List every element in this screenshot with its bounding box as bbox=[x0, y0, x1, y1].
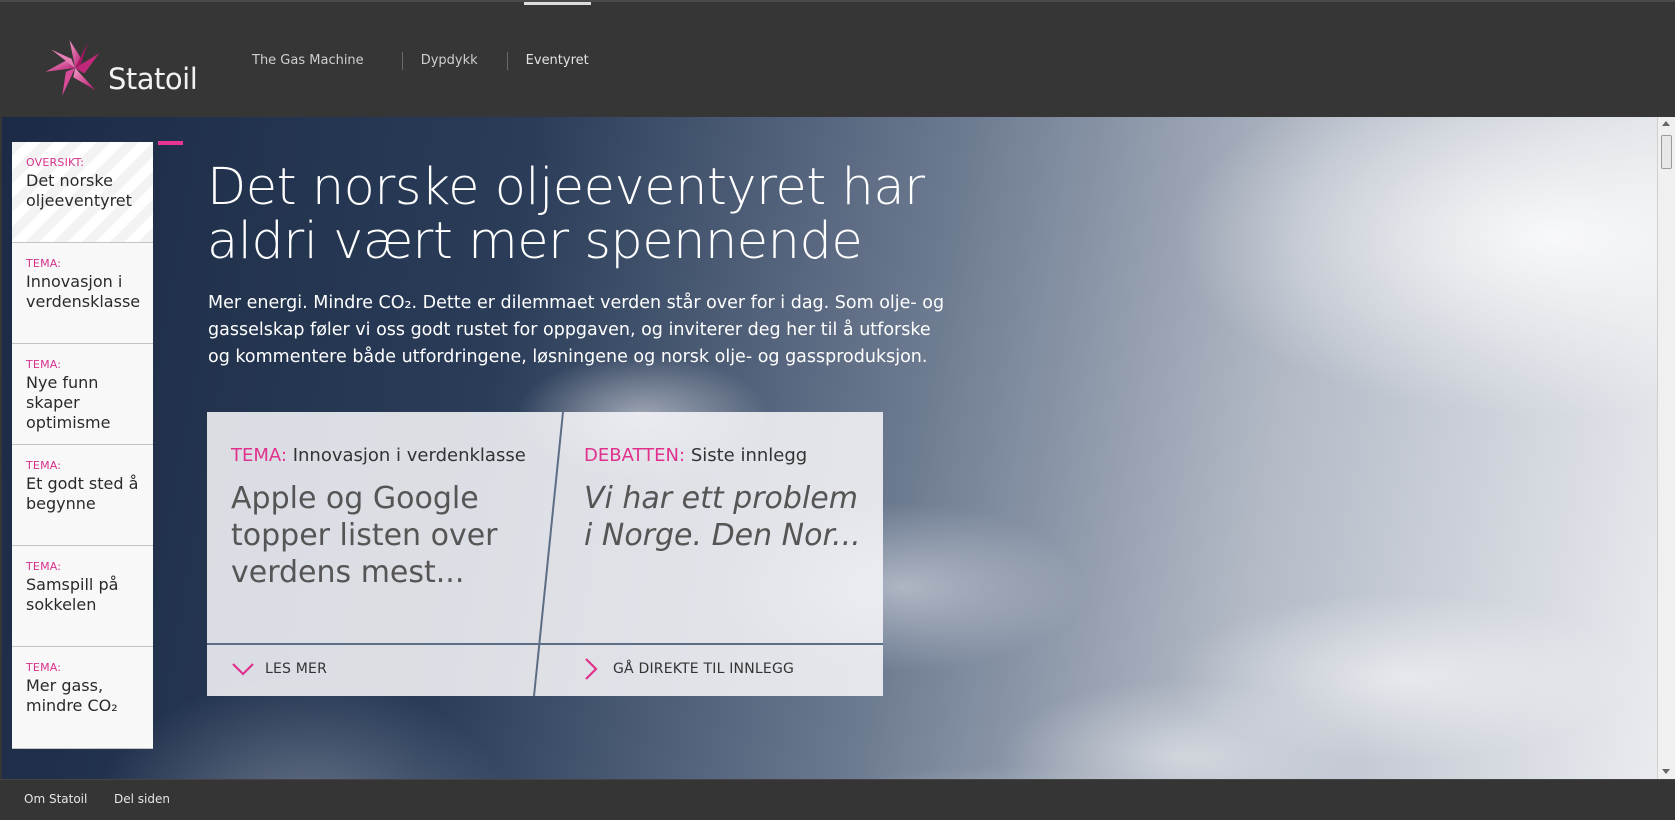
sidebar-item-title: Samspill på sokkelen bbox=[26, 575, 119, 614]
card-heading: TEMA: Innovasjon i verdenklasse bbox=[231, 445, 531, 466]
debate-card[interactable]: DEBATTEN: Siste innlegg Vi har ett probl… bbox=[584, 412, 869, 644]
intro-text: Mer energi. Mindre CO₂. Dette er dilemma… bbox=[208, 293, 945, 367]
sidebar-item-innovasjon[interactable]: TEMA: Innovasjon i verdensklasse bbox=[12, 243, 153, 344]
sidebar-item-tag: TEMA: bbox=[26, 661, 62, 674]
footer-link-del-siden[interactable]: Del siden bbox=[114, 792, 170, 806]
statoil-logo[interactable]: Statoil bbox=[40, 32, 210, 104]
sidebar-item-nye-funn[interactable]: TEMA: Nye funn skaper optimisme bbox=[12, 344, 153, 445]
footer-link-om-statoil[interactable]: Om Statoil bbox=[24, 792, 87, 806]
page-headline: Det norske oljeeventyret har aldri vært … bbox=[207, 158, 925, 271]
sidebar-item-tag: TEMA: bbox=[26, 257, 62, 270]
scroll-down-icon[interactable] bbox=[1662, 769, 1670, 774]
nav-divider bbox=[506, 51, 508, 70]
site-footer: Om Statoil Del siden bbox=[0, 779, 1675, 820]
sidebar-item-tag: TEMA: bbox=[26, 358, 62, 371]
read-more-link[interactable]: LES MER bbox=[231, 658, 327, 680]
sidebar-item-tag: TEMA: bbox=[26, 459, 62, 472]
card-heading: DEBATTEN: Siste innlegg bbox=[584, 445, 869, 466]
nav-item-the-gas-machine[interactable]: The Gas Machine bbox=[252, 2, 364, 119]
card-tag: DEBATTEN: bbox=[584, 445, 686, 466]
sidebar-item-oversikt[interactable]: OVERSIKT: Det norske oljeeventyret bbox=[12, 142, 153, 243]
chevron-right-icon bbox=[585, 658, 598, 680]
scrollbar-thumb[interactable] bbox=[1661, 135, 1672, 169]
chevron-down-icon bbox=[232, 663, 254, 676]
topic-sidebar: OVERSIKT: Det norske oljeeventyret TEMA:… bbox=[12, 142, 153, 749]
scroll-up-icon[interactable] bbox=[1662, 121, 1670, 126]
site-header: Statoil The Gas Machine Dypdykk Eventyre… bbox=[0, 0, 1675, 119]
sidebar-item-godt-sted[interactable]: TEMA: Et godt sted å begynne bbox=[12, 445, 153, 546]
sidebar-item-title: Det norske oljeeventyret bbox=[26, 171, 132, 210]
go-to-post-label: GÅ DIREKTE TIL INNLEGG bbox=[613, 661, 795, 677]
read-more-label: LES MER bbox=[265, 661, 328, 677]
card-excerpt[interactable]: Vi har ett problem i Norge. Den Nor... bbox=[584, 480, 869, 554]
card-tag: TEMA: bbox=[231, 445, 287, 466]
sidebar-item-title: Et godt sted å begynne bbox=[26, 474, 139, 513]
sidebar-item-title: Mer gass, mindre CO₂ bbox=[26, 676, 118, 715]
sidebar-item-tag: TEMA: bbox=[26, 560, 62, 573]
theme-card[interactable]: TEMA: Innovasjon i verdenklasse Apple og… bbox=[231, 412, 531, 644]
brand-name: Statoil bbox=[108, 62, 198, 96]
go-to-post-link[interactable]: GÅ DIREKTE TIL INNLEGG bbox=[579, 658, 794, 680]
card-excerpt[interactable]: Apple og Google topper listen over verde… bbox=[231, 480, 531, 591]
sidebar-item-title: Innovasjon i verdensklasse bbox=[26, 272, 141, 311]
sidebar-item-title: Nye funn skaper optimisme bbox=[26, 373, 111, 432]
card-subtitle: Innovasjon i verdenklasse bbox=[292, 445, 526, 466]
nav-item-eventyret[interactable]: Eventyret bbox=[523, 2, 591, 119]
sidebar-item-mer-gass[interactable]: TEMA: Mer gass, mindre CO₂ bbox=[12, 647, 153, 749]
sidebar-item-tag: OVERSIKT: bbox=[26, 156, 85, 169]
sidebar-accent-bar bbox=[158, 141, 183, 145]
feature-cards: TEMA: Innovasjon i verdenklasse Apple og… bbox=[207, 412, 883, 696]
card-subtitle: Siste innlegg bbox=[690, 445, 808, 466]
nav-divider bbox=[401, 51, 403, 70]
statoil-star-icon bbox=[45, 40, 100, 96]
sidebar-item-samspill[interactable]: TEMA: Samspill på sokkelen bbox=[12, 546, 153, 647]
main-nav: The Gas Machine Dypdykk Eventyret bbox=[252, 2, 591, 119]
nav-item-dypdykk[interactable]: Dypdykk bbox=[421, 2, 478, 119]
vertical-scrollbar[interactable] bbox=[1657, 117, 1675, 779]
